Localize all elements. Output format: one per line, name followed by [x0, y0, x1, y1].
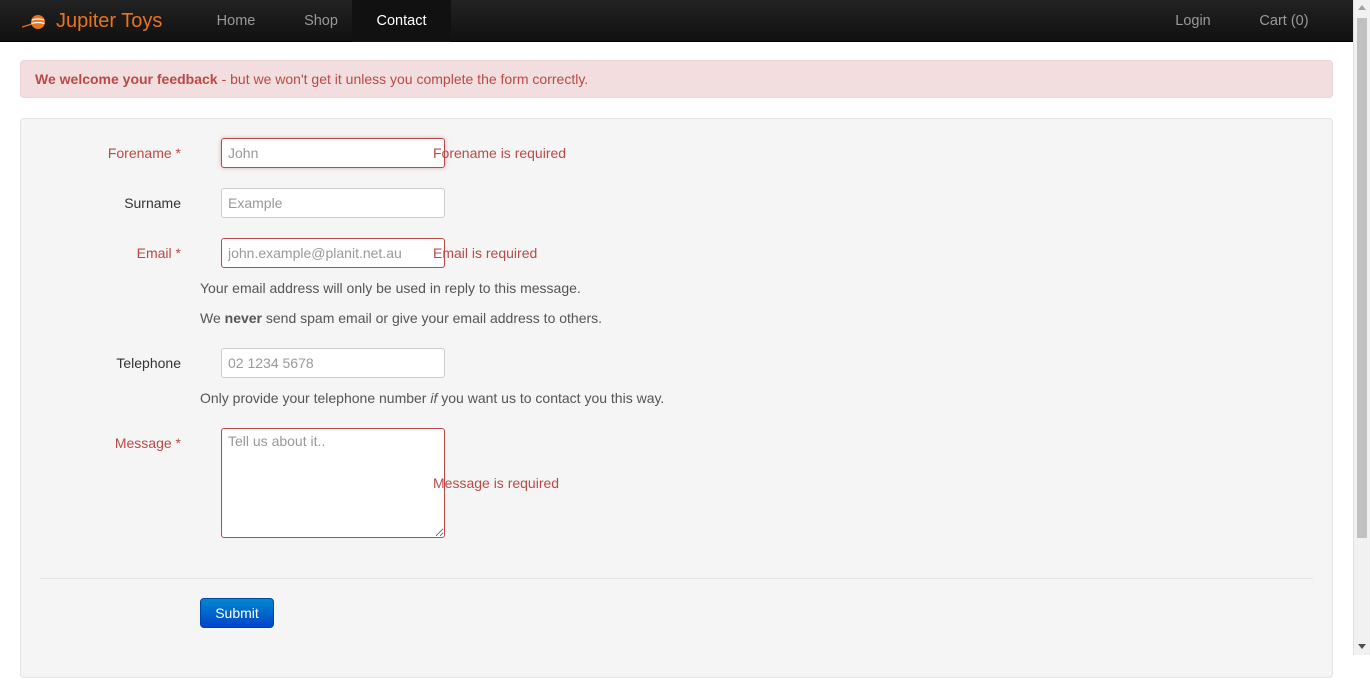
nav-home[interactable]: Home — [196, 0, 276, 42]
contact-form: Forename * Forename is required Surname … — [20, 118, 1333, 678]
nav-shop[interactable]: Shop — [284, 0, 358, 42]
planet-logo-icon — [22, 15, 45, 29]
brand-link[interactable]: Jupiter Toys — [22, 0, 162, 42]
scroll-thumb[interactable] — [1357, 18, 1367, 538]
forename-label: Forename * — [107, 145, 181, 161]
scroll-up-arrow-icon[interactable] — [1358, 5, 1366, 10]
brand-name: Jupiter Toys — [56, 9, 163, 32]
email-help-2-pre: We — [200, 310, 225, 326]
forename-error: Forename is required — [433, 145, 567, 161]
telephone-help: Only provide your telephone number if yo… — [200, 390, 664, 406]
surname-label: Surname — [124, 195, 181, 211]
email-error: Email is required — [433, 245, 538, 261]
forename-input[interactable] — [221, 138, 445, 168]
message-error: Message is required — [433, 475, 560, 491]
telephone-input[interactable] — [221, 348, 445, 378]
telephone-help-post: you want us to contact you this way. — [437, 390, 665, 406]
telephone-label: Telephone — [116, 355, 181, 371]
nav-contact[interactable]: Contact — [352, 0, 451, 42]
navbar: Jupiter Toys Home Shop Contact Login Car… — [0, 0, 1353, 42]
form-divider — [40, 578, 1313, 579]
telephone-help-pre: Only provide your telephone number — [200, 390, 431, 406]
submit-button[interactable]: Submit — [200, 598, 274, 628]
email-help-2: We never send spam email or give your em… — [200, 310, 602, 326]
email-input[interactable] — [221, 238, 445, 268]
alert-text: - but we won't get it unless you complet… — [221, 71, 589, 87]
message-textarea[interactable] — [221, 428, 445, 538]
surname-input[interactable] — [221, 188, 445, 218]
email-help-2-bold: never — [224, 310, 262, 326]
email-help-1: Your email address will only be used in … — [200, 280, 581, 296]
message-label: Message * — [114, 435, 181, 451]
email-help-2-post: send spam email or give your email addre… — [262, 310, 603, 326]
email-label: Email * — [136, 245, 181, 261]
nav-login[interactable]: Login — [1160, 0, 1226, 42]
alert-strong-text: We welcome your feedback — [35, 71, 218, 87]
page-scrollbar[interactable] — [1353, 0, 1370, 655]
scroll-down-arrow-icon[interactable] — [1358, 644, 1366, 649]
nav-cart[interactable]: Cart (0) — [1246, 0, 1322, 42]
feedback-alert: We welcome your feedback - but we won't … — [20, 60, 1333, 98]
